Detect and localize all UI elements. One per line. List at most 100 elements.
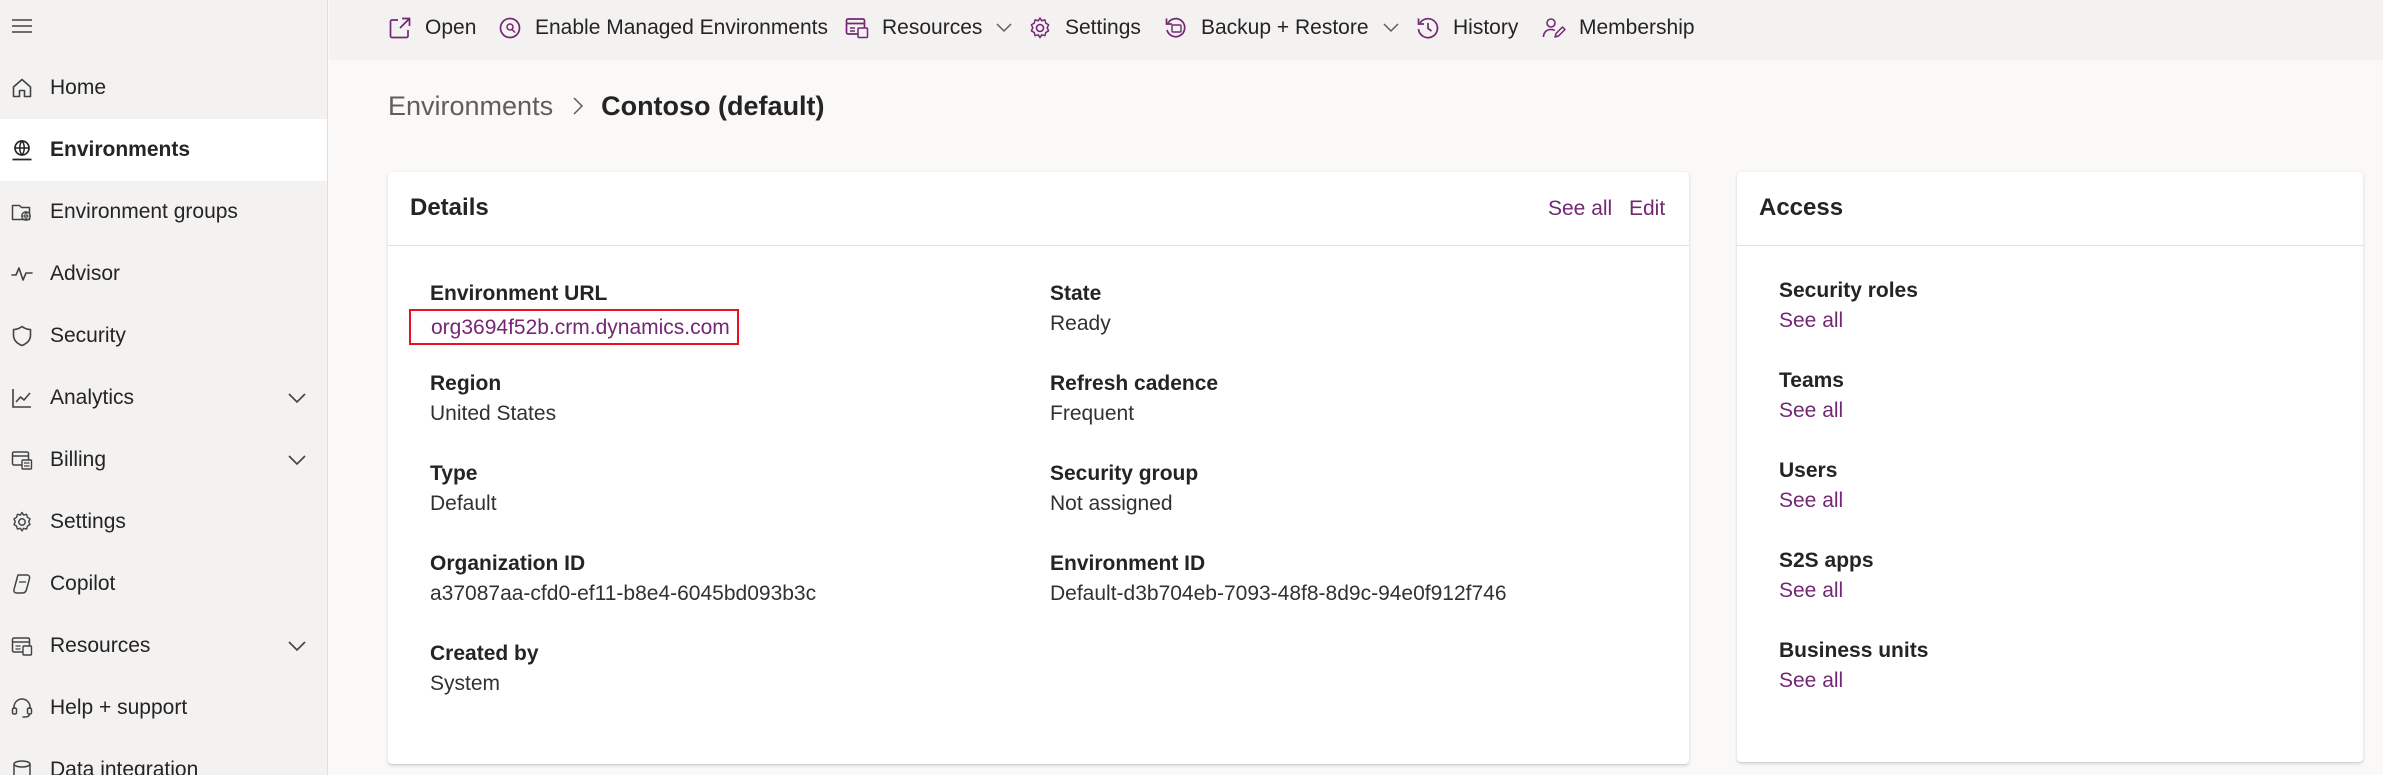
chevron-down-icon: [1382, 23, 1399, 33]
business-units-see-all-link[interactable]: See all: [1779, 669, 1843, 693]
settings-label: Settings: [1065, 16, 1141, 39]
environment-groups-icon: [11, 204, 31, 221]
s2s-apps-see-all-link[interactable]: See all: [1779, 579, 1843, 603]
sidebar-item-copilot[interactable]: Copilot: [0, 553, 327, 615]
region-value: United States: [430, 402, 557, 425]
environment-id-value: Default-d3b704eb-7093-48f8-8d9c-94e0f912…: [1050, 582, 1507, 605]
history-icon: [1417, 17, 1439, 39]
home-icon: [12, 78, 32, 98]
membership-button[interactable]: Membership: [1541, 0, 1695, 56]
sidebar-item-environments[interactable]: Environments: [0, 119, 327, 181]
open-label: Open: [425, 16, 477, 39]
sidebar-item-label: Analytics: [50, 386, 135, 409]
users-label: Users: [1779, 459, 1838, 482]
state-label: State: [1050, 282, 1102, 305]
sidebar-item-label: Environments: [50, 138, 191, 161]
sidebar-item-help-support[interactable]: Help + support: [0, 677, 327, 739]
sidebar: Home Environments Environment groups Adv…: [0, 0, 328, 775]
sidebar-item-label: Security: [50, 324, 126, 347]
sidebar-nav: Home Environments Environment groups Adv…: [0, 57, 327, 775]
sidebar-item-label: Help + support: [50, 696, 188, 719]
access-card-header: Access: [1737, 172, 2363, 246]
security-group-label: Security group: [1050, 462, 1199, 485]
sidebar-item-environment-groups[interactable]: Environment groups: [0, 181, 327, 243]
organization-id-value: a37087aa-cfd0-ef11-b8e4-6045bd093b3c: [430, 582, 817, 605]
history-button[interactable]: History: [1415, 0, 1518, 56]
sidebar-item-security[interactable]: Security: [0, 305, 327, 367]
refresh-cadence-value: Frequent: [1050, 402, 1135, 425]
sidebar-item-settings[interactable]: Settings: [0, 491, 327, 553]
chevron-down-icon[interactable]: [286, 637, 308, 655]
created-by-value: System: [430, 672, 501, 695]
shield-icon: [12, 325, 32, 347]
access-card: Access Security roles See all Teams See …: [1737, 172, 2363, 762]
sidebar-item-label: Advisor: [50, 262, 121, 285]
gear-icon: [1030, 17, 1050, 39]
history-label: History: [1453, 16, 1519, 39]
sidebar-item-advisor[interactable]: Advisor: [0, 243, 327, 305]
details-edit-link[interactable]: Edit: [1629, 197, 1665, 221]
enable-managed-environments-button[interactable]: Enable Managed Environments: [497, 0, 828, 56]
details-title: Details: [410, 194, 489, 221]
details-card: Details See all Edit Environment URL org…: [388, 172, 1689, 764]
copilot-icon: [13, 574, 31, 594]
sidebar-item-data-integration[interactable]: Data integration: [0, 739, 327, 775]
environment-url-link[interactable]: org3694f52b.crm.dynamics.com: [431, 316, 730, 340]
open-icon: [389, 17, 411, 39]
state-value: Ready: [1050, 312, 1111, 335]
created-by-label: Created by: [430, 642, 539, 665]
sidebar-item-label: Home: [50, 76, 107, 99]
refresh-cadence-label: Refresh cadence: [1050, 372, 1219, 395]
teams-see-all-link[interactable]: See all: [1779, 399, 1843, 423]
sidebar-item-label: Copilot: [50, 572, 116, 595]
backup-restore-icon: [1165, 17, 1186, 38]
backup-restore-dropdown-button[interactable]: Backup + Restore: [1163, 0, 1401, 56]
sidebar-item-billing[interactable]: Billing: [0, 429, 327, 491]
sidebar-item-resources[interactable]: Resources: [0, 615, 327, 677]
sidebar-item-label: Settings: [50, 510, 126, 533]
data-integration-icon: [13, 760, 31, 775]
page-title: Contoso (default): [601, 90, 825, 121]
advisor-icon: [11, 267, 33, 281]
chevron-down-icon[interactable]: [286, 389, 308, 407]
billing-icon: [11, 451, 33, 470]
breadcrumb-environments-link[interactable]: Environments: [388, 91, 553, 122]
sidebar-item-label: Billing: [50, 448, 107, 471]
hamburger-menu-button[interactable]: [8, 12, 36, 40]
type-label: Type: [430, 462, 478, 485]
region-label: Region: [430, 372, 502, 395]
environment-url-label: Environment URL: [430, 282, 608, 305]
gear-icon: [13, 511, 31, 532]
membership-icon: [1542, 18, 1566, 38]
sidebar-item-home[interactable]: Home: [0, 57, 327, 119]
open-button[interactable]: Open: [387, 0, 476, 56]
sidebar-item-label: Environment groups: [50, 200, 238, 223]
resources-label: Resources: [882, 16, 983, 39]
chevron-right-icon: [573, 97, 584, 115]
resources-icon: [845, 18, 869, 39]
business-units-label: Business units: [1779, 639, 1929, 662]
analytics-icon: [12, 389, 31, 408]
environment-id-label: Environment ID: [1050, 552, 1206, 575]
chevron-down-icon[interactable]: [286, 451, 308, 469]
details-see-all-link[interactable]: See all: [1548, 197, 1612, 221]
sidebar-item-label: Resources: [50, 634, 151, 657]
chevron-down-icon: [996, 23, 1012, 33]
sidebar-item-analytics[interactable]: Analytics: [0, 367, 327, 429]
resources-icon: [11, 637, 33, 656]
type-value: Default: [430, 492, 497, 515]
sidebar-item-label: Data integration: [50, 758, 199, 775]
enable-managed-environments-label: Enable Managed Environments: [535, 16, 829, 39]
backup-restore-label: Backup + Restore: [1201, 16, 1369, 39]
security-roles-see-all-link[interactable]: See all: [1779, 309, 1843, 333]
command-bar: Open Enable Managed Environments Resourc…: [329, 0, 2383, 60]
teams-label: Teams: [1779, 369, 1844, 392]
membership-label: Membership: [1579, 16, 1695, 39]
resources-dropdown-button[interactable]: Resources: [844, 0, 1014, 56]
environment-url-highlight: org3694f52b.crm.dynamics.com: [409, 309, 739, 345]
managed-environments-icon: [499, 17, 521, 39]
settings-button[interactable]: Settings: [1027, 0, 1141, 56]
environments-icon: [12, 140, 32, 161]
security-roles-label: Security roles: [1779, 279, 1918, 302]
users-see-all-link[interactable]: See all: [1779, 489, 1843, 513]
